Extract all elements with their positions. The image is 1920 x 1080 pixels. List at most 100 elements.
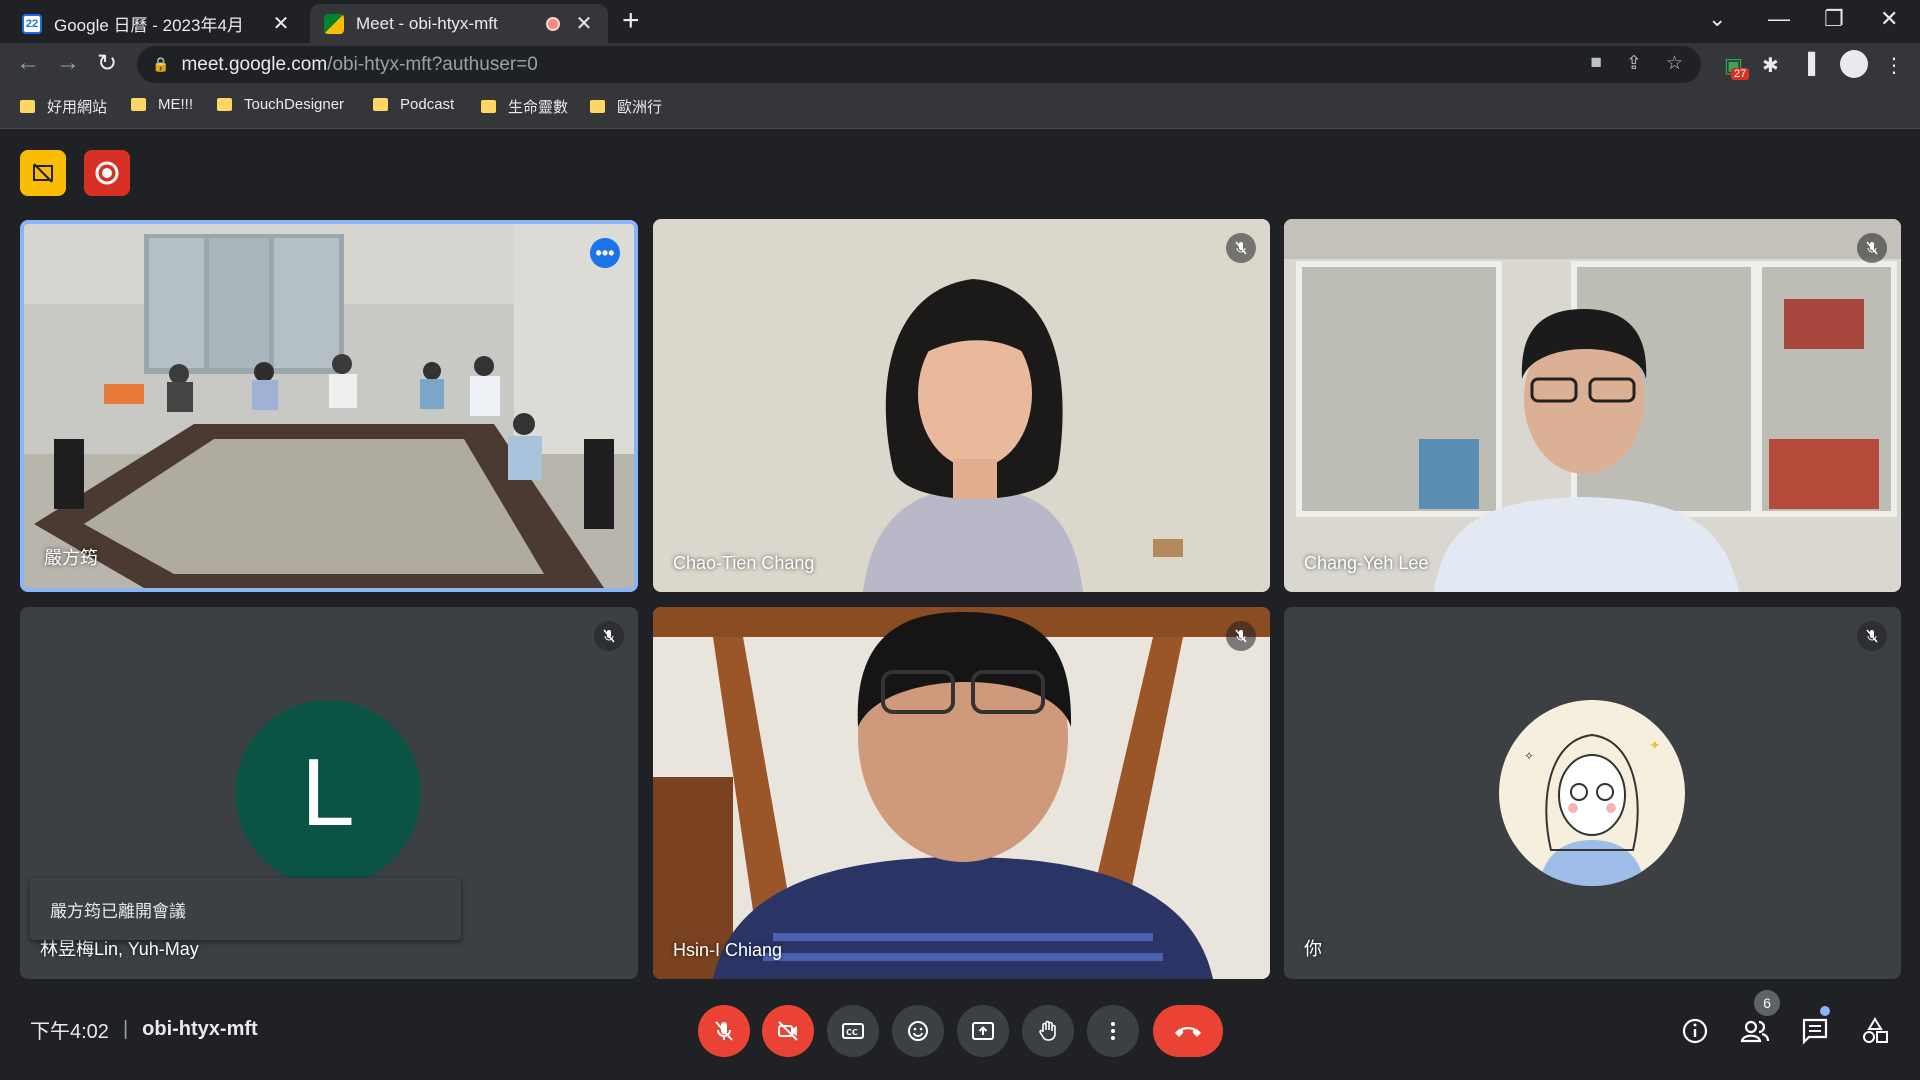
- info-icon: [1682, 1018, 1708, 1044]
- camera-icon[interactable]: ■: [1591, 52, 1602, 75]
- activities-button[interactable]: [1856, 1012, 1894, 1050]
- bookmark-folder[interactable]: ME!!!: [131, 96, 193, 113]
- video-feed: [653, 607, 1270, 979]
- profile-avatar[interactable]: [1840, 50, 1868, 78]
- chat-button[interactable]: [1796, 1012, 1834, 1050]
- leave-call-button[interactable]: [1153, 1005, 1223, 1057]
- video-feed: [24, 224, 634, 588]
- tab-bar: 22 Google 日曆 - 2023年4月 ✕ Meet - obi-htyx…: [0, 0, 1920, 43]
- new-tab-button[interactable]: +: [622, 6, 640, 36]
- present-to-all-icon: [972, 1022, 994, 1040]
- minimize-button[interactable]: —: [1768, 6, 1790, 32]
- meeting-details-button[interactable]: [1676, 1012, 1714, 1050]
- side-panel-icon[interactable]: ▐: [1801, 53, 1815, 76]
- bookmark-folder[interactable]: TouchDesigner: [217, 96, 344, 113]
- calendar-icon: 22: [22, 13, 42, 34]
- more-dots-icon: •••: [595, 243, 615, 263]
- notification-toast: 嚴方筠已離開會議: [30, 878, 461, 940]
- call-end-icon: [1175, 1027, 1201, 1037]
- muted-indicator: [1857, 621, 1887, 651]
- tab-title: Meet - obi-htyx-mft: [356, 13, 498, 33]
- folder-icon: [20, 100, 35, 113]
- bookmark-folder[interactable]: 好用網站: [20, 96, 107, 117]
- muted-indicator: [1226, 233, 1256, 263]
- more-options-button[interactable]: •••: [590, 238, 620, 268]
- tab-calendar[interactable]: 22 Google 日曆 - 2023年4月 ✕: [8, 4, 305, 43]
- close-icon[interactable]: ✕: [574, 11, 594, 36]
- participant-name: Chao-Tien Chang: [673, 553, 815, 573]
- muted-indicator: [1226, 621, 1256, 651]
- mic-off-icon: [715, 1021, 733, 1041]
- reload-button[interactable]: ↻: [97, 49, 117, 78]
- close-icon[interactable]: ✕: [271, 11, 291, 36]
- closed-captions-icon: CC: [842, 1023, 864, 1039]
- participant-name: Hsin-I Chiang: [673, 940, 783, 960]
- participant-count-badge: 6: [1754, 990, 1780, 1016]
- meet-icon: [324, 13, 344, 34]
- mic-off-icon: [603, 629, 615, 643]
- folder-icon: [373, 98, 388, 111]
- more-vert-icon: [1111, 1022, 1115, 1040]
- participant-name: 嚴方筠: [44, 548, 98, 568]
- participant-tile[interactable]: Chao-Tien Chang: [653, 219, 1270, 592]
- raise-hand-button[interactable]: [1022, 1005, 1074, 1057]
- new-message-dot: [1820, 1006, 1830, 1016]
- bookmarks-bar: 好用網站 ME!!! TouchDesigner Podcast 生命靈數 歐洲…: [0, 86, 1920, 129]
- participant-tile[interactable]: ••• 嚴方筠: [20, 220, 638, 592]
- folder-icon: [217, 98, 232, 111]
- address-bar[interactable]: 🔒 meet.google.com/obi-htyx-mft?authuser=…: [137, 46, 1701, 83]
- participant-tile[interactable]: Chang-Yeh Lee: [1284, 219, 1901, 592]
- lock-icon: 🔒: [152, 56, 170, 72]
- tab-search-icon[interactable]: ⌄: [1708, 6, 1726, 32]
- bookmark-folder[interactable]: 歐洲行: [590, 96, 662, 117]
- divider: |: [122, 1018, 129, 1040]
- more-options-button[interactable]: [1087, 1005, 1139, 1057]
- self-tile[interactable]: ✦ ✧ 你: [1284, 607, 1901, 979]
- folder-icon: [131, 98, 146, 111]
- url-host: meet.google.com: [181, 53, 328, 75]
- tab-title: Google 日曆 - 2023年4月: [54, 16, 244, 35]
- forward-button[interactable]: →: [56, 49, 80, 77]
- share-icon[interactable]: ⇪: [1626, 52, 1642, 75]
- avatar-initial: L: [301, 739, 355, 846]
- mic-off-icon: [1866, 629, 1878, 643]
- video-feed: [653, 219, 1270, 592]
- extension-badge: 27: [1731, 68, 1750, 80]
- mic-off-icon: [1866, 241, 1878, 255]
- no-video-icon: [33, 163, 53, 183]
- mic-off-icon: [1235, 629, 1247, 643]
- svg-text:✦: ✦: [1649, 738, 1661, 754]
- menu-kebab-icon[interactable]: ⋮: [1884, 53, 1904, 78]
- avatar: L: [235, 700, 421, 886]
- bookmark-folder[interactable]: 生命靈數: [481, 96, 568, 117]
- participant-name: Chang-Yeh Lee: [1304, 553, 1429, 573]
- camera-toggle-button[interactable]: [762, 1005, 814, 1057]
- reactions-button[interactable]: [892, 1005, 944, 1057]
- present-screen-button[interactable]: [957, 1005, 1009, 1057]
- microphone-toggle-button[interactable]: [698, 1005, 750, 1057]
- bookmark-folder[interactable]: Podcast: [373, 96, 454, 113]
- captions-button[interactable]: CC: [827, 1005, 879, 1057]
- shapes-icon: [1863, 1017, 1888, 1043]
- recording-button[interactable]: [84, 150, 130, 196]
- svg-text:CC: CC: [846, 1028, 858, 1037]
- camera-off-indicator-button[interactable]: [20, 150, 66, 196]
- recording-indicator-icon: [546, 16, 560, 31]
- muted-indicator: [1857, 233, 1887, 263]
- browser-toolbar: ← → ↻ 🔒 meet.google.com/obi-htyx-mft?aut…: [0, 43, 1920, 86]
- clock-time: 下午4:02: [30, 1021, 109, 1043]
- muted-indicator: [594, 621, 624, 651]
- url-path: /obi-htyx-mft?authuser=0: [327, 53, 538, 75]
- restore-button[interactable]: ❐: [1824, 6, 1844, 32]
- tab-meet[interactable]: Meet - obi-htyx-mft ✕: [310, 4, 608, 43]
- back-button[interactable]: ←: [16, 49, 40, 77]
- illustrated-avatar: ✦ ✧: [1524, 733, 1661, 886]
- people-button[interactable]: [1736, 1012, 1774, 1050]
- bookmark-star-icon[interactable]: ☆: [1666, 52, 1683, 75]
- video-feed: [1284, 219, 1901, 592]
- close-window-button[interactable]: ✕: [1880, 6, 1898, 32]
- extensions-puzzle-icon[interactable]: ✱: [1762, 53, 1779, 78]
- participant-tile[interactable]: Hsin-I Chiang: [653, 607, 1270, 979]
- meeting-info: 下午4:02 | obi-htyx-mft: [30, 1015, 258, 1044]
- folder-icon: [481, 100, 496, 113]
